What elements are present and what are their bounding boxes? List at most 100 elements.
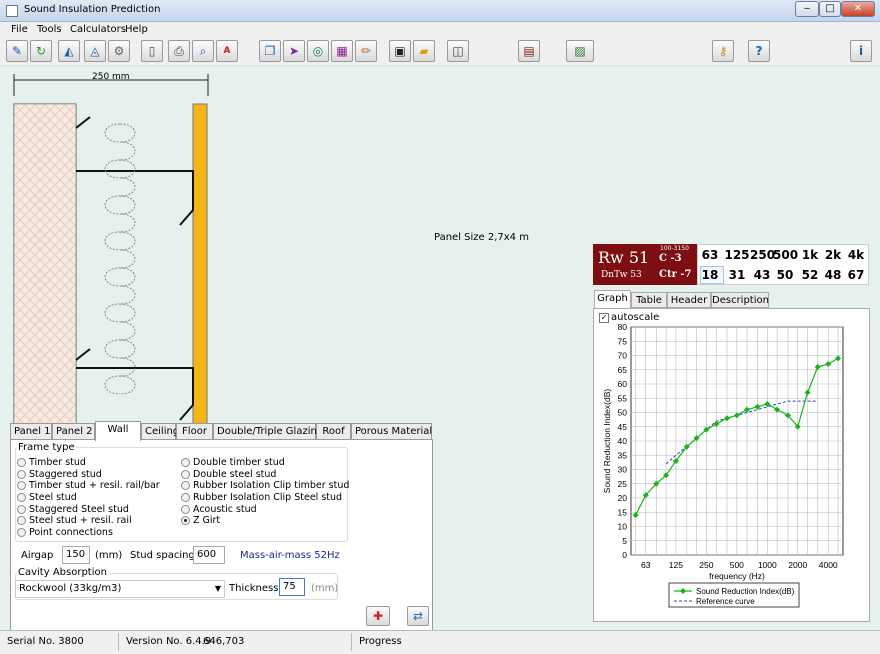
- menu-file[interactable]: File: [11, 24, 28, 35]
- tab-description[interactable]: Description: [711, 292, 769, 308]
- radio-staggered-steel-stud[interactable]: Staggered Steel stud: [17, 504, 129, 515]
- stud-spacing-input[interactable]: 600: [193, 546, 225, 564]
- title-bar: Sound Insulation Prediction ‒ □ ✕: [0, 0, 880, 22]
- tab-glazing[interactable]: Double/Triple Glazing: [213, 423, 323, 440]
- app-icon: [6, 5, 18, 17]
- serial-number: Serial No. 3800: [7, 636, 84, 647]
- radio-double-steel-stud[interactable]: Double steel stud: [181, 469, 276, 480]
- export-icon[interactable]: ➤: [283, 40, 305, 62]
- menu-calculators[interactable]: Calculators: [70, 24, 126, 35]
- radio-z-girt[interactable]: Z Girt: [181, 515, 220, 526]
- radio-rubber-clip-timber[interactable]: Rubber Isolation Clip timber stud: [181, 480, 349, 491]
- wall-panel: Frame type Timber stud Staggered stud Ti…: [10, 439, 433, 631]
- mass-air-mass-label: Mass-air-mass 52Hz: [240, 550, 340, 561]
- y-tick-label: 70: [618, 351, 628, 361]
- radio-steel-stud-resil[interactable]: Steel stud + resil. rail: [17, 515, 132, 526]
- tab-roof[interactable]: Roof: [316, 423, 351, 440]
- sound-reduction-chart: 0 5 10 15 20 25 30 35 40 45 50 55 60 65 70 75 80 63 125 250…: [602, 322, 844, 608]
- tab-header[interactable]: Header: [667, 292, 711, 308]
- x-tick-label: 1000: [758, 560, 777, 570]
- y-tick-label: 75: [618, 336, 628, 346]
- version-number: Version No. 6.4.9: [126, 636, 212, 647]
- octave-value: 43: [753, 268, 771, 282]
- cavity-absorption-title: Cavity Absorption: [17, 567, 108, 578]
- y-tick-label: 50: [618, 408, 628, 418]
- tab-floor[interactable]: Floor: [176, 423, 213, 440]
- thickness-input[interactable]: 75: [279, 578, 305, 596]
- octave-value: 67: [847, 268, 865, 282]
- radio-double-timber-stud[interactable]: Double timber stud: [181, 457, 285, 468]
- ctr-value: Ctr -7: [659, 269, 692, 280]
- pdf-icon[interactable]: A: [216, 40, 238, 62]
- tab-wall[interactable]: Wall: [95, 421, 141, 441]
- x-tick-label: 125: [669, 560, 683, 570]
- cavity-material-select[interactable]: Rockwool (33kg/m3) ▼: [15, 580, 225, 598]
- menu-tools[interactable]: Tools: [37, 24, 62, 35]
- key-icon[interactable]: ⚷: [712, 40, 734, 62]
- c-value: C -3: [659, 253, 682, 264]
- tab-table[interactable]: Table: [631, 292, 667, 308]
- pencil-icon[interactable]: ✎: [6, 40, 28, 62]
- print-preview-icon[interactable]: ⌕: [192, 40, 214, 62]
- refresh-icon[interactable]: ↻: [30, 40, 52, 62]
- close-button[interactable]: ✕: [841, 1, 875, 17]
- print-icon[interactable]: ⎙: [168, 40, 190, 62]
- add-calculate-button[interactable]: ✚: [366, 606, 390, 626]
- edit-icon[interactable]: ✏: [355, 40, 377, 62]
- maximize-button[interactable]: □: [819, 1, 841, 17]
- chart-icon[interactable]: ◭: [58, 40, 80, 62]
- swap-panels-button[interactable]: ⇄: [407, 606, 429, 626]
- tab-ceiling[interactable]: Ceiling: [141, 423, 179, 440]
- y-axis-label: Sound Reduction Index(dB): [602, 389, 612, 494]
- x-axis-label: frequency (Hz): [709, 571, 765, 581]
- image-icon[interactable]: ▨: [566, 40, 594, 62]
- thickness-label: Thickness: [229, 583, 279, 594]
- legend-ref-label: Reference curve: [696, 597, 755, 606]
- save-icon[interactable]: ▣: [389, 40, 411, 62]
- radio-acoustic-stud[interactable]: Acoustic stud: [181, 504, 257, 515]
- octave-freq: 250: [750, 248, 776, 262]
- radio-rubber-clip-steel[interactable]: Rubber Isolation Clip Steel stud: [181, 492, 342, 503]
- chevron-down-icon: ▼: [214, 584, 221, 593]
- toolbar: ✎ ↻ ◭ ◬ ⚙ ▯ ⎙ ⌕ A ❐ ➤ ◎ ▦ ✏ ▣ ▰ ◫ ▤ ▨ ⚷ …: [0, 38, 880, 66]
- radio-timber-stud[interactable]: Timber stud: [17, 457, 86, 468]
- rw-value: Rw 51: [598, 248, 650, 267]
- tab-panel-1[interactable]: Panel 1: [10, 423, 52, 440]
- radio-timber-stud-resil[interactable]: Timber stud + resil. rail/bar: [17, 480, 160, 491]
- chart2-icon[interactable]: ◬: [84, 40, 106, 62]
- radio-steel-stud[interactable]: Steel stud: [17, 492, 77, 503]
- rating-box: Rw 51 DnTw 53 100-3150 C -3 Ctr -7: [593, 244, 697, 285]
- y-tick-label: 5: [622, 536, 627, 546]
- open-folder-icon[interactable]: ▰: [413, 40, 435, 62]
- info-icon[interactable]: i: [850, 40, 872, 62]
- tab-graph[interactable]: Graph: [594, 290, 631, 309]
- menu-help[interactable]: Help: [125, 24, 148, 35]
- radio-point-connections[interactable]: Point connections: [17, 527, 113, 538]
- y-tick-label: 35: [618, 450, 628, 460]
- box-icon[interactable]: ◫: [447, 40, 469, 62]
- octave-value: 48: [824, 268, 842, 282]
- wall-section-drawing: [13, 74, 209, 431]
- octave-value: 52: [801, 268, 819, 282]
- octave-freq: 500: [773, 248, 799, 262]
- octave-freq: 63: [701, 248, 719, 262]
- graph-icon[interactable]: ▦: [331, 40, 353, 62]
- y-tick-label: 60: [618, 379, 628, 389]
- tab-panel-2[interactable]: Panel 2: [52, 423, 95, 440]
- minimize-button[interactable]: ‒: [795, 1, 819, 17]
- help-icon[interactable]: ?: [748, 40, 770, 62]
- copy-icon[interactable]: ❐: [259, 40, 281, 62]
- airgap-input[interactable]: 150: [62, 546, 90, 564]
- gear-icon[interactable]: ⚙: [108, 40, 130, 62]
- spiral-icon[interactable]: ◎: [307, 40, 329, 62]
- octave-value: 18: [701, 268, 719, 282]
- tab-porous-material[interactable]: Porous Material: [351, 423, 432, 440]
- status-bar: Serial No. 3800 Version No. 6.4.9 646,70…: [0, 630, 880, 654]
- new-document-icon[interactable]: ▯: [141, 40, 163, 62]
- calculator-icon[interactable]: ▤: [518, 40, 540, 62]
- octave-freq: 125: [724, 248, 750, 262]
- octave-freq: 4k: [847, 248, 865, 262]
- dimension-label: 250 mm: [92, 72, 130, 82]
- radio-staggered-stud[interactable]: Staggered stud: [17, 469, 102, 480]
- y-tick-label: 80: [618, 322, 628, 332]
